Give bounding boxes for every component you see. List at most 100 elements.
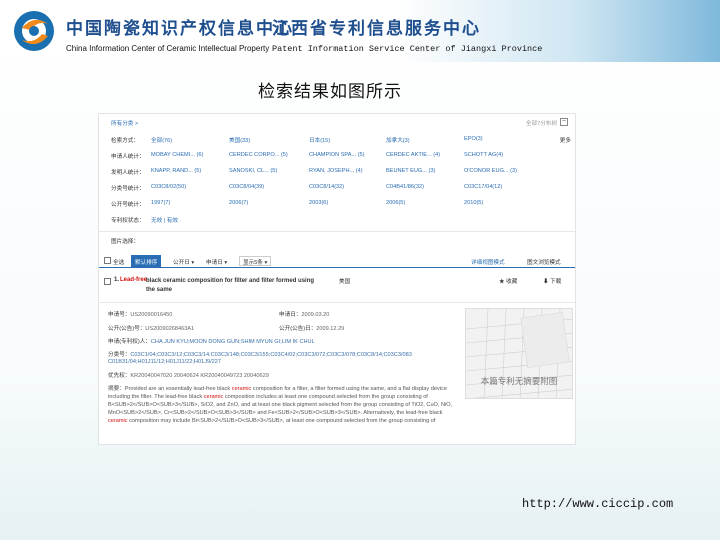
collapse-icon[interactable]: − [560,118,568,126]
download-button[interactable]: ⬇ 下载 [543,277,561,285]
filter-label: 分类号统计： [111,186,145,192]
footer-url: http://www.ciccip.com [522,497,674,511]
filter-top-bar: 所有分类 > 全部7分布树 − [99,114,575,128]
sort-pub-date-button[interactable]: 公开日 ▾ [169,255,198,267]
filter-option[interactable]: CERDEC CORPO... (5) [229,152,288,158]
filter-option[interactable]: O'CONOR EUG... (3) [464,168,517,174]
filter-option[interactable]: 加拿大(3) [386,136,410,144]
detail-publication-date: 公开(公告)日：2009.12.29 [279,324,344,332]
sort-app-date-button[interactable]: 申请日 ▾ [202,255,231,267]
favorite-button[interactable]: ★ 收藏 [499,277,517,285]
filter-option[interactable]: C03C8/02(50) [151,184,186,190]
filter-option[interactable]: 2006(5) [386,200,405,206]
detail-publication-number: 公开(公告)号：US20090268463A1 [108,324,194,332]
filter-option[interactable]: 美国(33) [229,136,250,144]
result-title-highlight[interactable]: Lead-free [120,277,147,283]
filter-label: 公开号统计： [111,202,145,208]
select-all-checkbox[interactable] [104,257,111,264]
filter-option[interactable]: 2003(6) [309,200,328,206]
divider [99,302,575,303]
result-toolbar: 全选 默认排序 公开日 ▾ 申请日 ▾ 显示5条 ▾ 详细视图模式 图文浏览模式 [99,254,575,268]
filter-option[interactable]: SCHOTT AG(4) [464,152,503,158]
detail-key: 申请号： [108,312,131,318]
result-checkbox[interactable] [104,278,111,285]
slide-title: 检索结果如图所示 [258,82,402,102]
detail-classification: 分类号：C03C1/04;C03C3/12;C03C3/14;C03C3/148… [108,350,412,358]
detail-key: 分类号： [108,352,131,358]
detail-value: 2009.03.20 [301,312,330,318]
filter-row-inventor: 发明人统计： KNAPP, RAND... (5) SANOSKI, CL...… [111,166,573,178]
filter-option[interactable]: C03C8/14(32) [309,184,344,190]
org2-name-en: Patent Information Service Center of Jia… [272,44,543,54]
filter-label: 检索方式： [111,138,139,144]
abstract-highlight: ceramic [231,386,252,392]
detail-view-toggle[interactable]: 详细视图模式 [471,258,505,266]
detail-priority: 优先权：KR20040047020 20040624 KR20040049723… [108,371,269,379]
more-link[interactable]: 更多 [560,136,571,144]
detail-key: 公开(公告)日： [279,326,317,332]
abstract-highlight: ceramic [203,394,224,400]
distribution-tree-link[interactable]: 全部7分布树 [526,119,557,127]
filter-option[interactable]: 无效 | 有效 [151,216,178,224]
filter-option[interactable]: BEUNET EUG... (3) [386,168,435,174]
detail-value[interactable]: CHA JUN KYU;MOON DONG GUN;SHIM MYUN GI;L… [151,339,315,345]
detail-value[interactable]: C01B31/04;H01J11/12;H01J11/22;H01J9/227 [108,359,221,365]
page-size-select[interactable]: 显示5条 ▾ [239,256,272,266]
image-view-toggle[interactable]: 图文浏览模式 [527,258,561,266]
filter-label: 专利权状态： [111,218,145,224]
result-title-row: 1. Lead-free black ceramic composition f… [99,274,575,294]
divider [99,231,575,232]
filter-option[interactable]: SANOSKI, CL... (5) [229,168,277,174]
ciccip-logo-icon [14,11,54,51]
all-categories-link[interactable]: 所有分类 > [111,119,138,127]
filter-option[interactable]: MOBAY CHEMI... (6) [151,152,203,158]
filter-option[interactable]: C03C8/04(39) [229,184,264,190]
detail-value[interactable]: C03C1/04;C03C3/12;C03C3/14;C03C3/148;C03… [130,352,411,358]
detail-key: 申请(专利权)人： [108,339,151,345]
filter-row-publication: 公开号统计： 1997(7) 2006(7) 2003(6) 2006(5) 2… [111,198,573,210]
detail-application-date: 申请日：2009.03.20 [279,310,329,318]
no-image-caption: 本篇专利无摘要附图 [480,376,558,386]
result-title[interactable]: black ceramic composition for filter and… [146,277,316,295]
search-result-screenshot: 所有分类 > 全部7分布树 − 检索方式： 全部(76) 美国(33) 日本(1… [98,113,576,445]
org1-name-en: China Information Center of Ceramic Inte… [66,44,270,53]
detail-key: 申请日： [279,312,302,318]
filter-option[interactable]: RYAN, JOSEPH... (4) [309,168,363,174]
detail-classification-cont: C01B31/04;H01J11/12;H01J11/22;H01J9/227 [108,359,221,365]
detail-value: US20090268463A1 [145,326,195,332]
result-index: 1. [114,277,120,283]
filter-label: 申请人统计： [111,154,145,160]
filter-row-country: 检索方式： 全部(76) 美国(33) 日本(15) 加拿大(3) EPO(3)… [111,134,573,146]
filter-option[interactable]: KNAPP, RAND... (5) [151,168,201,174]
filter-option[interactable]: CHAMPION SPA... (5) [309,152,365,158]
result-country: 美国 [339,279,351,285]
image-select-label: 图片选择： [111,239,139,245]
abstract-part: composition may include Bi<SUB>2</SUB>O<… [127,418,436,424]
filter-label: 发明人统计： [111,170,145,176]
filter-option[interactable]: C03C17/04(12) [464,184,502,190]
org1-name-cn: 中国陶瓷知识产权信息中心 [66,19,294,39]
abstract-image-placeholder: 本篇专利无摘要附图 [465,308,573,399]
filter-option[interactable]: CERDEC AKTIE... (4) [386,152,440,158]
filter-option[interactable]: EPO(3) [464,136,483,142]
filter-row-status: 专利权状态： 无效 | 有效 [111,214,573,226]
detail-value: US20090016450 [130,312,173,318]
abstract-highlight: ceramic [108,418,128,424]
org2-name-cn: 江西省专利信息服务中心 [272,19,481,39]
filter-option[interactable]: 2010(5) [464,200,483,206]
abstract-text: 摘要：Provided are an essentially lead-free… [108,385,458,425]
filter-option[interactable]: 全部(76) [151,136,172,144]
abstract-part: Provided are an essentially lead-free bl… [124,386,232,392]
filter-option[interactable]: 1997(7) [151,200,170,206]
filter-row-classification: 分类号统计： C03C8/02(50) C03C8/04(39) C03C8/1… [111,182,573,194]
filter-option[interactable]: 2006(7) [229,200,248,206]
filter-option[interactable]: 日本(15) [309,136,330,144]
select-all-label[interactable]: 全选 [113,258,124,266]
filter-option[interactable]: C04B41/86(32) [386,184,424,190]
detail-value: 2009.12.29 [316,326,345,332]
filter-row-applicant: 申请人统计： MOBAY CHEMI... (6) CERDEC CORPO..… [111,150,573,162]
detail-applicant: 申请(专利权)人：CHA JUN KYU;MOON DONG GUN;SHIM … [108,337,315,345]
detail-key: 公开(公告)号： [108,326,146,332]
sort-default-button[interactable]: 默认排序 [131,255,162,267]
header-banner: 中国陶瓷知识产权信息中心 江西省专利信息服务中心 China Informati… [0,0,720,62]
